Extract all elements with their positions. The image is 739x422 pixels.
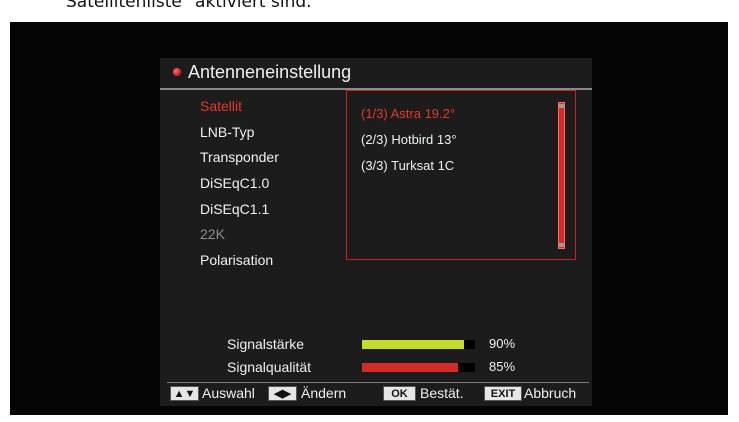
confirm-label: Bestät. xyxy=(420,385,464,401)
satellite-list-item-astra[interactable]: (1/3) Astra 19.2° xyxy=(361,106,455,121)
window-title: Antenneneinstellung xyxy=(188,62,352,82)
menu-item-22k: 22K xyxy=(200,226,225,243)
menu-item-lnb-type[interactable]: LNB-Typ xyxy=(200,120,340,146)
signal-strength-fill xyxy=(362,340,464,349)
satellite-list-item-turksat[interactable]: (3/3) Turksat 1C xyxy=(361,158,454,173)
signal-quality-value: 85% xyxy=(489,359,516,374)
scrollbar-bottom-cap xyxy=(559,243,564,247)
menu-item-diseqc-1-1[interactable]: DiSEqC1.1 xyxy=(200,197,340,223)
signal-strength-label: Signalstärke xyxy=(227,336,305,352)
left-right-key-icon[interactable]: ◀▶ xyxy=(268,386,297,401)
satellite-list-item-hotbird[interactable]: (2/3) Hotbird 13° xyxy=(361,132,457,147)
exit-key-icon[interactable]: EXIT xyxy=(484,386,522,401)
signal-quality-bar xyxy=(362,363,475,372)
signal-quality-fill xyxy=(362,363,459,372)
menu-item-transponder[interactable]: Transponder xyxy=(200,145,340,171)
menu-item-polarisation[interactable]: Polarisation xyxy=(200,248,340,274)
cancel-label: Abbruch xyxy=(524,385,577,401)
satellite-list: (1/3) Astra 19.2° (2/3) Hotbird 13° (3/3… xyxy=(346,90,576,260)
document-caption-text: Satellitenliste" aktiviert sind. xyxy=(66,0,312,12)
ok-key-icon[interactable]: OK xyxy=(383,386,416,401)
change-label: Ändern xyxy=(301,385,347,401)
menu-item-diseqc-1-0[interactable]: DiSEqC1.0 xyxy=(200,171,340,197)
up-down-key-icon[interactable]: ▲▼ xyxy=(170,386,199,401)
scrollbar-top-cap xyxy=(559,104,564,108)
signal-quality-label: Signalqualität xyxy=(227,359,312,375)
help-bar: ▲▼ Auswahl ◀▶ Ändern OK Bestät. EXIT Abb… xyxy=(167,382,589,403)
satellite-list-scrollbar[interactable] xyxy=(558,102,565,249)
title-bar: Antenneneinstellung xyxy=(160,58,592,90)
antenna-settings-window: Antenneneinstellung Satellit LNB-Typ Tra… xyxy=(160,58,592,406)
signal-strength-value: 90% xyxy=(489,336,516,351)
tv-screen: Antenneneinstellung Satellit LNB-Typ Tra… xyxy=(10,22,728,415)
signal-strength-bar xyxy=(362,340,475,349)
select-label: Auswahl xyxy=(202,385,255,401)
menu-item-satellite[interactable]: Satellit xyxy=(200,94,340,120)
settings-menu: Satellit LNB-Typ Transponder DiSEqC1.0 D… xyxy=(200,94,340,274)
red-dot-icon xyxy=(173,68,181,76)
